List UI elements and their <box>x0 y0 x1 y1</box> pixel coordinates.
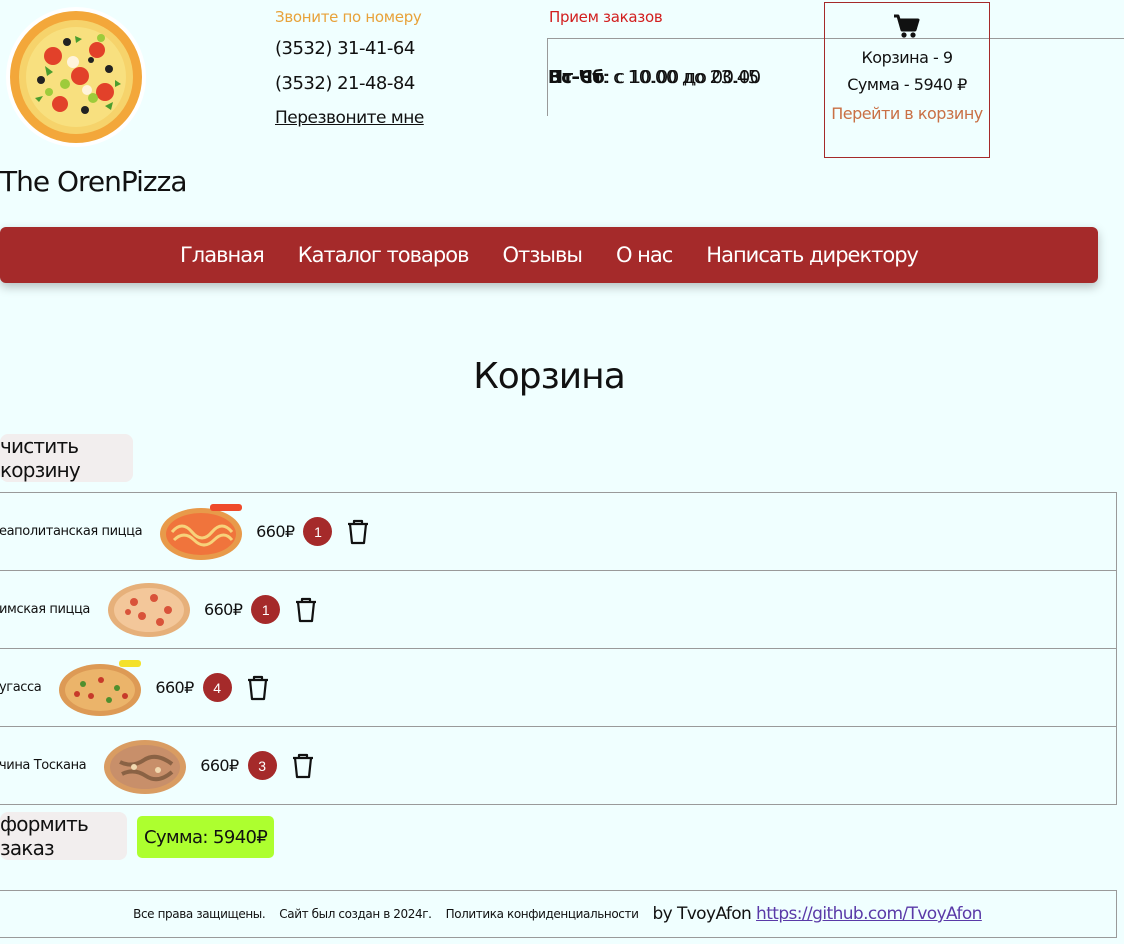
footer-rights: Все права защищены. <box>133 907 266 921</box>
item-price: 660₽ <box>155 678 194 697</box>
main-nav: Главная Каталог товаров Отзывы О нас Нап… <box>0 227 1098 283</box>
hours-heading: Прием заказов <box>549 8 663 26</box>
pizza-thumbnail <box>108 582 190 637</box>
brand-name: The OrenPizza <box>0 165 187 198</box>
cart-row: чина Тоскана 660₽ 3 <box>0 726 1117 805</box>
hours-days: Пт-Сб <box>548 67 605 88</box>
cart-sum: Сумма - 5940 ₽ <box>847 75 967 94</box>
trash-icon[interactable] <box>294 597 318 623</box>
nav-item-home[interactable]: Главная <box>180 243 265 267</box>
cart-row: угасса 660₽ 4 <box>0 648 1117 726</box>
github-link[interactable]: https://github.com/TvoyAfon <box>756 904 982 924</box>
nav-item-about[interactable]: О нас <box>616 243 673 267</box>
author-name: by TvoyAfon <box>652 904 752 924</box>
page-title: Корзина <box>473 356 626 397</box>
item-name: имская пицца <box>0 602 90 617</box>
quantity-badge: 3 <box>247 751 277 780</box>
phone-number-1: (3532) 31-41-64 <box>275 38 415 59</box>
trash-icon[interactable] <box>346 519 370 545</box>
go-to-cart-link[interactable]: Перейти в корзину <box>825 104 989 123</box>
item-name: чина Тоскана <box>0 758 87 773</box>
item-name: еаполитанская пицца <box>0 524 143 539</box>
quantity-badge: 1 <box>251 595 281 624</box>
order-hours: Прием заказов Вс-Чт: с 10.00 до 23.45 Пт… <box>547 8 1124 116</box>
hours-time: : с 10.00 до 00.00 <box>604 67 761 88</box>
contact-block: Звоните по номеру (3532) 31-41-64 (3532)… <box>275 8 424 128</box>
item-price: 660₽ <box>204 600 243 619</box>
phone-number-2: (3532) 21-48-84 <box>275 73 415 94</box>
nav-item-reviews[interactable]: Отзывы <box>502 243 582 267</box>
quantity-badge: 1 <box>303 517 333 546</box>
footer: Все права защищены. Сайт был создан в 20… <box>0 890 1117 938</box>
nav-item-write-director[interactable]: Написать директору <box>706 243 919 267</box>
pizza-thumbnail <box>104 739 187 794</box>
trash-icon[interactable] <box>246 675 270 701</box>
contact-heading: Звоните по номеру <box>275 8 422 26</box>
quantity-badge: 4 <box>202 673 232 702</box>
item-price: 660₽ <box>256 522 295 541</box>
trash-icon[interactable] <box>291 753 315 779</box>
footer-author: by TvoyAfon https://github.com/TvoyAfon <box>652 904 982 924</box>
nav-item-catalog[interactable]: Каталог товаров <box>298 243 470 267</box>
total-sum-badge: Сумма: 5940₽ <box>137 816 275 858</box>
page: The OrenPizza Звоните по номеру (3532) 3… <box>0 0 1124 944</box>
callback-link[interactable]: Перезвоните мне <box>275 108 424 128</box>
cart-row: еаполитанская пицца 660₽ 1 <box>0 492 1117 570</box>
pizza-thumbnail <box>59 659 142 716</box>
item-name: угасса <box>0 680 42 695</box>
clear-cart-button[interactable]: чистить корзину <box>0 434 133 482</box>
pizza-logo[interactable] <box>5 6 147 148</box>
item-price: 660₽ <box>200 756 239 775</box>
shopping-cart-icon[interactable] <box>825 14 989 40</box>
place-order-button[interactable]: формить заказ <box>0 812 127 860</box>
cart-count: Корзина - 9 <box>861 48 953 67</box>
footer-created: Сайт был создан в 2024г. <box>279 907 432 921</box>
cart-row: имская пицца 660₽ 1 <box>0 570 1117 648</box>
pizza-thumbnail <box>160 503 243 560</box>
footer-privacy-link[interactable]: Политика конфиденциальности <box>446 907 639 921</box>
cart-summary: Корзина - 9 Сумма - 5940 ₽ Перейти в кор… <box>824 2 990 158</box>
